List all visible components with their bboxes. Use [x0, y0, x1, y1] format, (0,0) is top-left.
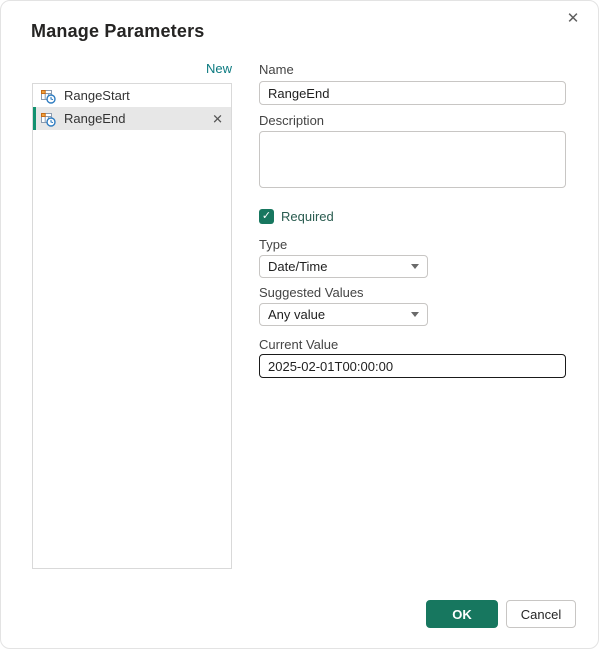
description-input[interactable]	[259, 131, 566, 188]
current-value-input[interactable]	[259, 354, 566, 378]
datetime-parameter-icon	[40, 88, 56, 104]
name-label: Name	[259, 62, 294, 77]
new-parameter-link[interactable]: New	[32, 61, 232, 76]
type-dropdown[interactable]: Date/Time	[259, 255, 428, 278]
dialog-title: Manage Parameters	[31, 21, 205, 42]
parameter-name-label: RangeEnd	[64, 111, 125, 126]
chevron-down-icon	[411, 264, 419, 269]
required-checkbox[interactable]: ✓	[259, 209, 274, 224]
datetime-parameter-icon	[40, 111, 56, 127]
name-input[interactable]	[259, 81, 566, 105]
suggested-values-dropdown-value: Any value	[268, 307, 411, 322]
current-value-label: Current Value	[259, 337, 338, 352]
chevron-down-icon	[411, 312, 419, 317]
type-label: Type	[259, 237, 287, 252]
parameter-row-rangestart[interactable]: RangeStart	[33, 84, 231, 107]
ok-button[interactable]: OK	[426, 600, 498, 628]
delete-parameter-icon[interactable]: ✕	[212, 112, 223, 125]
suggested-values-dropdown[interactable]: Any value	[259, 303, 428, 326]
description-label: Description	[259, 113, 324, 128]
manage-parameters-dialog: ✕ Manage Parameters New RangeStart	[0, 0, 599, 649]
parameter-name-label: RangeStart	[64, 88, 130, 103]
parameter-list: RangeStart RangeEnd ✕	[32, 83, 232, 569]
parameter-row-rangeend[interactable]: RangeEnd ✕	[33, 107, 231, 130]
required-label: Required	[281, 209, 334, 224]
type-dropdown-value: Date/Time	[268, 259, 411, 274]
cancel-button[interactable]: Cancel	[506, 600, 576, 628]
close-icon[interactable]: ✕	[562, 7, 584, 29]
required-checkbox-row[interactable]: ✓ Required	[259, 209, 334, 224]
suggested-values-label: Suggested Values	[259, 285, 364, 300]
